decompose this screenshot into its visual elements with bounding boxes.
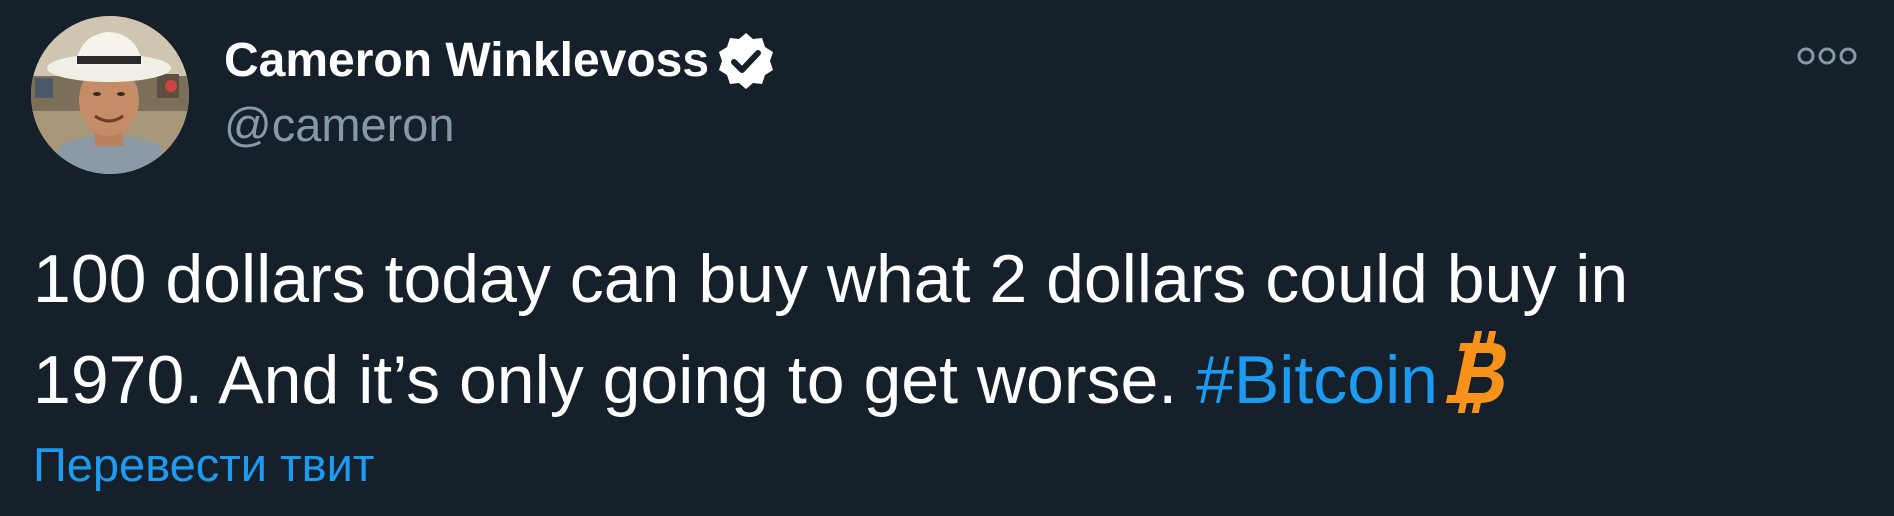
tweet-text-line-1: 100 dollars today can buy what 2 dollars… [33,241,1629,317]
verified-badge-icon [715,30,777,92]
more-options-button[interactable] [1796,42,1858,70]
tweet-text: 100 dollars today can buy what 2 dollars… [33,232,1853,422]
author-handle[interactable]: @cameron [224,98,455,152]
author-name-text: Cameron Winklevoss [224,34,710,87]
hashtag-bitcoin-link[interactable]: #Bitcoin [1196,342,1438,418]
tweet-text-line-2: 1970. And it’s only going to get worse. … [33,327,1853,422]
author-name[interactable]: Cameron Winklevoss [224,30,777,92]
more-options-icon [1797,47,1857,65]
bitcoin-icon [1442,327,1510,417]
translate-tweet-link[interactable]: Перевести твит [33,437,374,493]
avatar-image [31,16,189,174]
tweet-text-line-2-prefix: 1970. And it’s only going to get worse. [33,342,1197,418]
tweet-card: Cameron Winklevoss @cameron 100 dollars … [0,0,1894,516]
author-avatar[interactable] [31,16,189,174]
